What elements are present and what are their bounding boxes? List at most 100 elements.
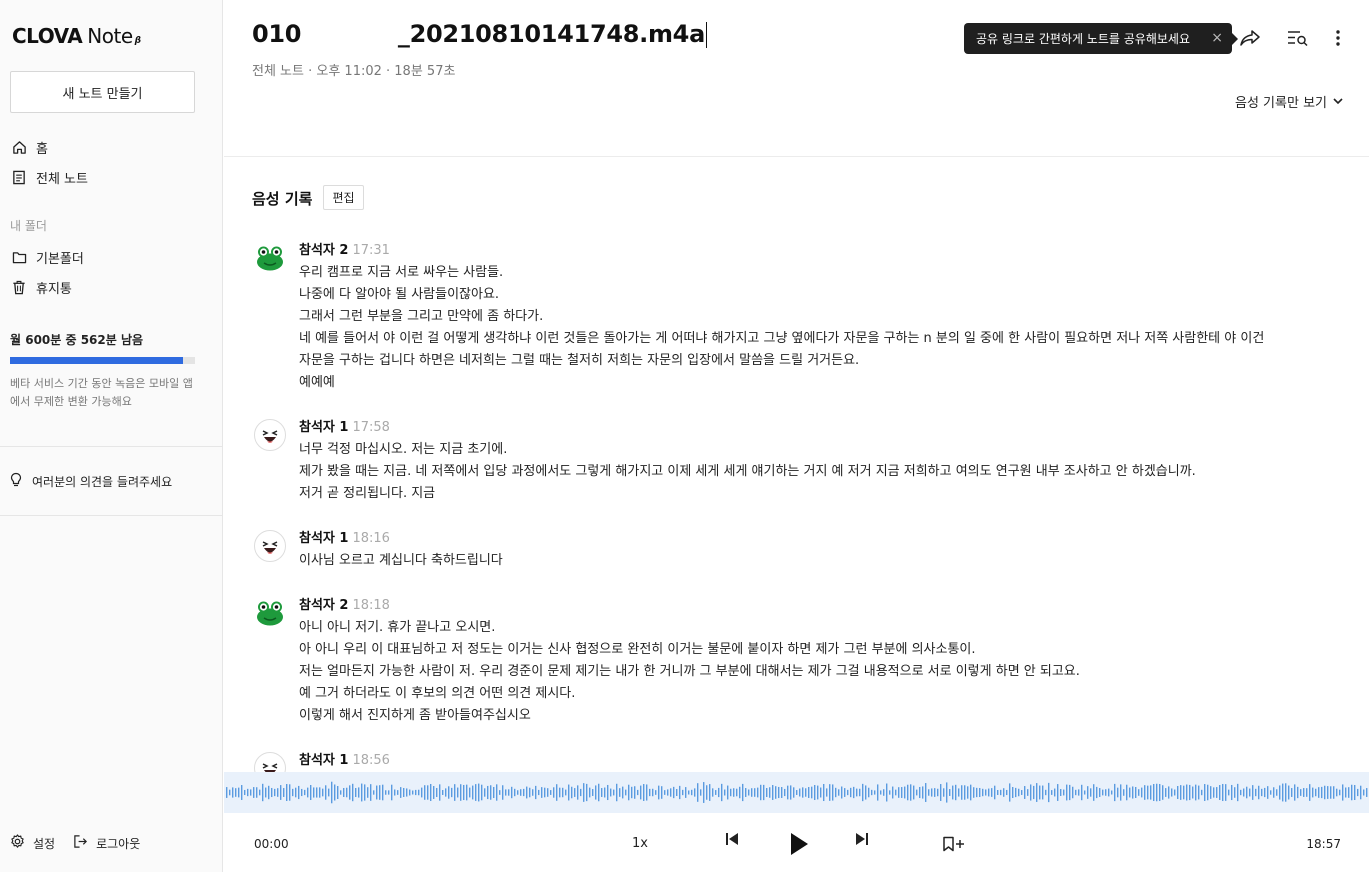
folder-section-header: 내 폴더 <box>10 219 47 233</box>
new-note-button[interactable]: 새 노트 만들기 <box>10 71 195 113</box>
quota-progress-fill <box>10 357 184 364</box>
feedback-link[interactable]: 여러분의 의견을 들려주세요 <box>10 470 172 492</box>
voice-only-toggle[interactable]: 음성 기록만 보기 <box>1235 92 1343 111</box>
transcript-utterance[interactable]: 참석자 2 17:31 우리 캠프로 지금 서로 싸우는 사람들. 나중에 다 알아야… <box>252 240 1352 394</box>
transcript-utterance[interactable]: 참석자 2 18:18 아니 아니 저기. 휴가 끝나고 오시면. 아 아니 우리 이… <box>252 595 1352 727</box>
transcript-line[interactable]: 저거 곧 정리됩니다. 지금 <box>299 483 1196 505</box>
share-tooltip: 공유 링크로 간편하게 노트를 공유해보세요 × <box>964 23 1238 54</box>
home-icon <box>11 139 27 155</box>
utterance-timestamp[interactable]: 18:56 <box>352 753 389 768</box>
transcript-line[interactable]: 저는 얼마든지 가능한 사람이 저. 우리 경준이 문제 제기는 내가 한 거니… <box>299 661 1080 683</box>
lightbulb-icon <box>10 472 22 491</box>
skip-forward-icon <box>854 831 870 851</box>
sidebar-divider <box>0 446 222 447</box>
gear-icon <box>10 834 25 852</box>
speaker-name[interactable]: 참석자 2 <box>299 598 348 613</box>
waveform-graphic <box>226 781 1368 804</box>
utterance-timestamp[interactable]: 18:18 <box>352 598 389 613</box>
voice-only-label: 음성 기록만 보기 <box>1235 96 1327 111</box>
speaker-header: 참석자 2 18:18 <box>299 595 1080 617</box>
sidebar-item-label: 홈 <box>36 141 48 157</box>
chevron-down-icon <box>1333 94 1343 109</box>
utterance-body: 참석자 1 17:58 너무 걱정 마십시오. 저는 지금 초기에. 제가 봤을 때는… <box>299 417 1196 505</box>
transcript-utterance[interactable]: 참석자 1 18:16 이사님 오르고 계십니다 축하드립니다 <box>252 528 1352 572</box>
sidebar-item-all-notes[interactable]: 전체 노트 <box>11 165 88 189</box>
add-bookmark-button[interactable] <box>942 836 966 856</box>
transcript-utterance[interactable]: 참석자 1 18:56 <box>252 750 1352 772</box>
feedback-label: 여러분의 의견을 들려주세요 <box>32 474 173 489</box>
logo-product: Note <box>87 24 133 48</box>
document-icon <box>11 169 27 185</box>
trash-icon <box>11 279 27 295</box>
logout-button[interactable]: 로그아웃 <box>73 834 140 852</box>
skip-back-icon <box>724 831 740 851</box>
transcript-line[interactable]: 네 예를 들어서 야 이런 걸 어떻게 생각하냐 이런 것들은 돌아가는 게 어… <box>299 328 1264 350</box>
transcript-line[interactable]: 우리 캠프로 지금 서로 싸우는 사람들. <box>299 262 1264 284</box>
sidebar-footer: 설정 로그아웃 <box>10 834 158 852</box>
transcript-section-title: 음성 기록 <box>252 190 313 208</box>
speaker-header: 참석자 1 18:56 <box>299 750 390 772</box>
logo-beta-badge: β <box>134 36 141 46</box>
sidebar: CLOVA Note β 새 노트 만들기 홈 전체 노트 내 폴더 기본폴더 <box>0 0 223 872</box>
quota-progress-bar <box>10 357 195 364</box>
share-tooltip-text: 공유 링크로 간편하게 노트를 공유해보세요 <box>976 32 1190 46</box>
skip-forward-button[interactable] <box>854 831 870 851</box>
utterance-body: 참석자 1 18:56 <box>299 750 390 772</box>
play-button[interactable] <box>789 832 809 860</box>
transcript-line[interactable]: 너무 걱정 마십시오. 저는 지금 초기에. <box>299 439 1196 461</box>
speaker-name[interactable]: 참석자 1 <box>299 531 348 546</box>
text-cursor <box>705 22 707 48</box>
app-logo[interactable]: CLOVA Note β <box>12 24 141 48</box>
utterance-timestamp[interactable]: 17:58 <box>352 420 389 435</box>
transcript-line[interactable]: 이사님 오르고 계십니다 축하드립니다 <box>299 550 503 572</box>
transcript-list: 참석자 2 17:31 우리 캠프로 지금 서로 싸우는 사람들. 나중에 다 알아야… <box>252 240 1352 772</box>
speaker-name[interactable]: 참석자 2 <box>299 243 348 258</box>
sidebar-item-label: 전체 노트 <box>36 171 88 187</box>
speaker-header: 참석자 1 18:16 <box>299 528 503 550</box>
sidebar-item-label: 기본폴더 <box>36 251 84 267</box>
settings-button[interactable]: 설정 <box>10 834 55 852</box>
playback-speed-button[interactable]: 1x <box>632 836 648 851</box>
quota-text: 월 600분 중 562분 남음 <box>10 333 144 347</box>
sidebar-item-label: 휴지통 <box>36 281 72 297</box>
note-title[interactable]: 010 _20210810141748.m4a <box>252 20 707 48</box>
speaker-name[interactable]: 참석자 1 <box>299 753 348 768</box>
transcript-line[interactable]: 아 아니 우리 이 대표님하고 저 정도는 이거는 신사 협정으로 완전히 이거… <box>299 639 1080 661</box>
sidebar-item-default-folder[interactable]: 기본폴더 <box>11 245 84 269</box>
laughing-face-avatar-icon <box>254 530 286 562</box>
utterance-timestamp[interactable]: 18:16 <box>352 531 389 546</box>
note-meta: 전체 노트 · 오후 11:02 · 18분 57초 <box>252 64 456 79</box>
frog-avatar-icon <box>254 242 286 274</box>
utterance-timestamp[interactable]: 17:31 <box>352 243 389 258</box>
transcript-line[interactable]: 그래서 그런 부분을 그리고 만약에 좀 하다가. <box>299 306 1264 328</box>
total-time: 18:57 <box>1306 837 1341 851</box>
more-options-icon[interactable] <box>1326 26 1350 50</box>
search-in-note-icon[interactable] <box>1286 26 1310 50</box>
share-icon[interactable] <box>1238 26 1262 50</box>
transcript-line[interactable]: 예 그거 하더라도 이 후보의 의견 어떤 의견 제시다. <box>299 683 1080 705</box>
transcript-line[interactable]: 예예예 <box>299 372 1264 394</box>
skip-back-button[interactable] <box>724 831 740 851</box>
sidebar-divider <box>0 515 222 516</box>
audio-waveform[interactable] <box>224 772 1369 813</box>
sidebar-item-home[interactable]: 홈 <box>11 135 48 159</box>
transcript-line[interactable]: 제가 봤을 때는 지금. 네 저쪽에서 입당 과정에서도 그렇게 해가지고 이제… <box>299 461 1196 483</box>
transcript-line[interactable]: 아니 아니 저기. 휴가 끝나고 오시면. <box>299 617 1080 639</box>
settings-label: 설정 <box>33 836 56 851</box>
speaker-header: 참석자 2 17:31 <box>299 240 1264 262</box>
header-divider <box>224 156 1369 157</box>
edit-button[interactable]: 편집 <box>323 185 364 210</box>
utterance-body: 참석자 2 17:31 우리 캠프로 지금 서로 싸우는 사람들. 나중에 다 알아야… <box>299 240 1264 394</box>
close-icon[interactable]: × <box>1211 30 1223 46</box>
logout-label: 로그아웃 <box>96 836 141 851</box>
sidebar-item-trash[interactable]: 휴지통 <box>11 275 72 299</box>
folder-icon <box>11 249 27 265</box>
transcript-line[interactable]: 자문을 구하는 겁니다 하면은 네저희는 그럴 때는 철저히 저희는 자문의 입… <box>299 350 1264 372</box>
bookmark-add-icon <box>942 836 966 856</box>
speaker-name[interactable]: 참석자 1 <box>299 420 348 435</box>
transcript-line[interactable]: 이렇게 해서 진지하게 좀 받아들여주십시오 <box>299 705 1080 727</box>
utterance-body: 참석자 2 18:18 아니 아니 저기. 휴가 끝나고 오시면. 아 아니 우리 이… <box>299 595 1080 727</box>
note-title-text[interactable]: 010 _20210810141748.m4a <box>252 20 705 48</box>
transcript-utterance[interactable]: 참석자 1 17:58 너무 걱정 마십시오. 저는 지금 초기에. 제가 봤을 때는… <box>252 417 1352 505</box>
transcript-line[interactable]: 나중에 다 알아야 될 사람들이잖아요. <box>299 284 1264 306</box>
